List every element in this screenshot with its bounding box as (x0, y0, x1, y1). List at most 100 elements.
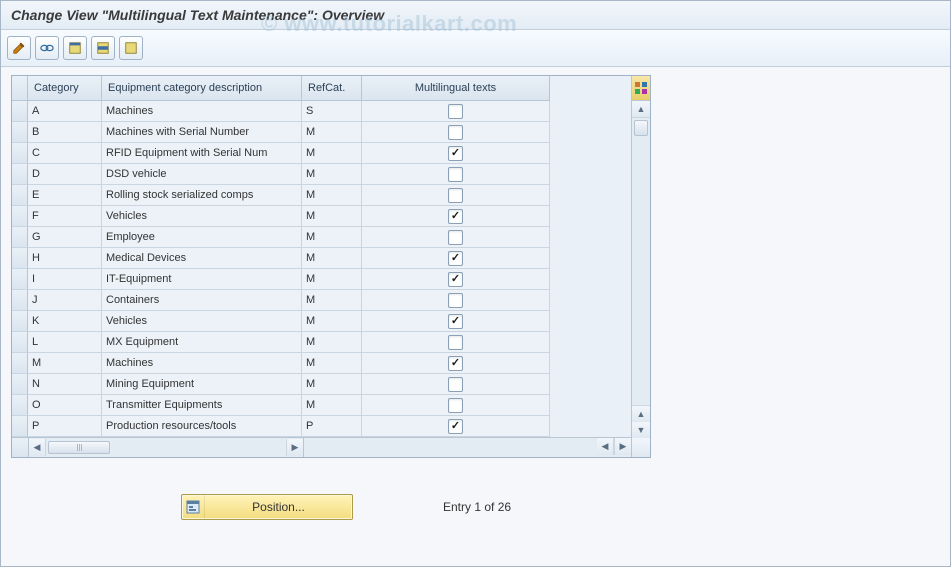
deselect-all-icon[interactable] (119, 36, 143, 60)
scroll-down-icon[interactable]: ▼ (632, 422, 650, 438)
row-selector[interactable] (12, 185, 28, 206)
row-selector[interactable] (12, 164, 28, 185)
multilingual-checkbox[interactable] (448, 104, 463, 119)
cell-category[interactable]: P (28, 416, 102, 437)
cell-description[interactable]: Employee (102, 227, 302, 248)
cell-description[interactable]: Mining Equipment (102, 374, 302, 395)
multilingual-checkbox[interactable] (448, 398, 463, 413)
cell-description[interactable]: Containers (102, 290, 302, 311)
hscroll-track[interactable] (46, 439, 286, 456)
cell-refcat[interactable]: M (302, 374, 362, 395)
cell-category[interactable]: D (28, 164, 102, 185)
cell-category[interactable]: G (28, 227, 102, 248)
cell-description[interactable]: Medical Devices (102, 248, 302, 269)
cell-category[interactable]: F (28, 206, 102, 227)
cell-description[interactable]: Vehicles (102, 206, 302, 227)
hscroll-right-icon[interactable]: ▶ (286, 439, 303, 456)
multilingual-checkbox[interactable] (448, 314, 463, 329)
multilingual-checkbox[interactable] (448, 377, 463, 392)
col-multilingual[interactable]: Multilingual texts (362, 76, 550, 101)
row-selector[interactable] (12, 248, 28, 269)
cell-refcat[interactable]: M (302, 227, 362, 248)
cell-category[interactable]: C (28, 143, 102, 164)
row-selector[interactable] (12, 269, 28, 290)
scroll-up-icon[interactable]: ▲ (632, 101, 650, 118)
col-category[interactable]: Category (28, 76, 102, 101)
select-block-icon[interactable] (91, 36, 115, 60)
row-selector[interactable] (12, 395, 28, 416)
cell-refcat[interactable]: M (302, 332, 362, 353)
cell-category[interactable]: M (28, 353, 102, 374)
cell-refcat[interactable]: M (302, 290, 362, 311)
cell-category[interactable]: N (28, 374, 102, 395)
cell-refcat[interactable]: M (302, 353, 362, 374)
scroll-up2-icon[interactable]: ▲ (632, 405, 650, 422)
cell-refcat[interactable]: S (302, 101, 362, 122)
cell-description[interactable]: Rolling stock serialized comps (102, 185, 302, 206)
multilingual-checkbox[interactable] (448, 251, 463, 266)
hscroll-right2-icon[interactable]: ▶ (614, 438, 631, 455)
cell-description[interactable]: MX Equipment (102, 332, 302, 353)
cell-refcat[interactable]: M (302, 311, 362, 332)
cell-refcat[interactable]: M (302, 206, 362, 227)
row-selector[interactable] (12, 101, 28, 122)
cell-description[interactable]: Machines (102, 101, 302, 122)
cell-category[interactable]: O (28, 395, 102, 416)
multilingual-checkbox[interactable] (448, 356, 463, 371)
cell-description[interactable]: Vehicles (102, 311, 302, 332)
row-selector[interactable] (12, 374, 28, 395)
cell-description[interactable]: IT-Equipment (102, 269, 302, 290)
multilingual-checkbox[interactable] (448, 293, 463, 308)
cell-category[interactable]: L (28, 332, 102, 353)
cell-description[interactable]: DSD vehicle (102, 164, 302, 185)
row-selector-header[interactable] (12, 76, 28, 101)
multilingual-checkbox[interactable] (448, 167, 463, 182)
row-selector[interactable] (12, 353, 28, 374)
multilingual-checkbox[interactable] (448, 146, 463, 161)
cell-description[interactable]: RFID Equipment with Serial Num (102, 143, 302, 164)
select-all-icon[interactable] (63, 36, 87, 60)
multilingual-checkbox[interactable] (448, 335, 463, 350)
row-selector[interactable] (12, 227, 28, 248)
vscroll-thumb[interactable] (634, 120, 648, 136)
multilingual-checkbox[interactable] (448, 272, 463, 287)
cell-description[interactable]: Transmitter Equipments (102, 395, 302, 416)
cell-description[interactable]: Machines with Serial Number (102, 122, 302, 143)
multilingual-checkbox[interactable] (448, 125, 463, 140)
row-selector[interactable] (12, 311, 28, 332)
cell-refcat[interactable]: M (302, 164, 362, 185)
row-selector[interactable] (12, 206, 28, 227)
cell-refcat[interactable]: M (302, 395, 362, 416)
hscroll-thumb[interactable] (48, 441, 110, 454)
table-settings-icon[interactable] (632, 76, 650, 101)
other-view-icon[interactable] (35, 36, 59, 60)
col-description[interactable]: Equipment category description (102, 76, 302, 101)
multilingual-checkbox[interactable] (448, 188, 463, 203)
toggle-change-icon[interactable] (7, 36, 31, 60)
multilingual-checkbox[interactable] (448, 230, 463, 245)
row-selector[interactable] (12, 332, 28, 353)
row-selector[interactable] (12, 290, 28, 311)
cell-category[interactable]: J (28, 290, 102, 311)
cell-description[interactable]: Production resources/tools (102, 416, 302, 437)
cell-refcat[interactable]: M (302, 143, 362, 164)
multilingual-checkbox[interactable] (448, 209, 463, 224)
cell-refcat[interactable]: M (302, 122, 362, 143)
hscroll-left2-icon[interactable]: ◀ (597, 438, 614, 455)
row-selector[interactable] (12, 416, 28, 437)
row-selector[interactable] (12, 143, 28, 164)
row-selector[interactable] (12, 122, 28, 143)
cell-category[interactable]: E (28, 185, 102, 206)
hscroll-left-icon[interactable]: ◀ (29, 439, 46, 456)
cell-refcat[interactable]: M (302, 269, 362, 290)
cell-refcat[interactable]: M (302, 248, 362, 269)
cell-category[interactable]: A (28, 101, 102, 122)
vscroll-track[interactable] (632, 118, 650, 405)
cell-category[interactable]: B (28, 122, 102, 143)
position-button[interactable]: Position... (181, 494, 353, 520)
cell-refcat[interactable]: M (302, 185, 362, 206)
cell-category[interactable]: I (28, 269, 102, 290)
cell-category[interactable]: K (28, 311, 102, 332)
cell-refcat[interactable]: P (302, 416, 362, 437)
cell-category[interactable]: H (28, 248, 102, 269)
